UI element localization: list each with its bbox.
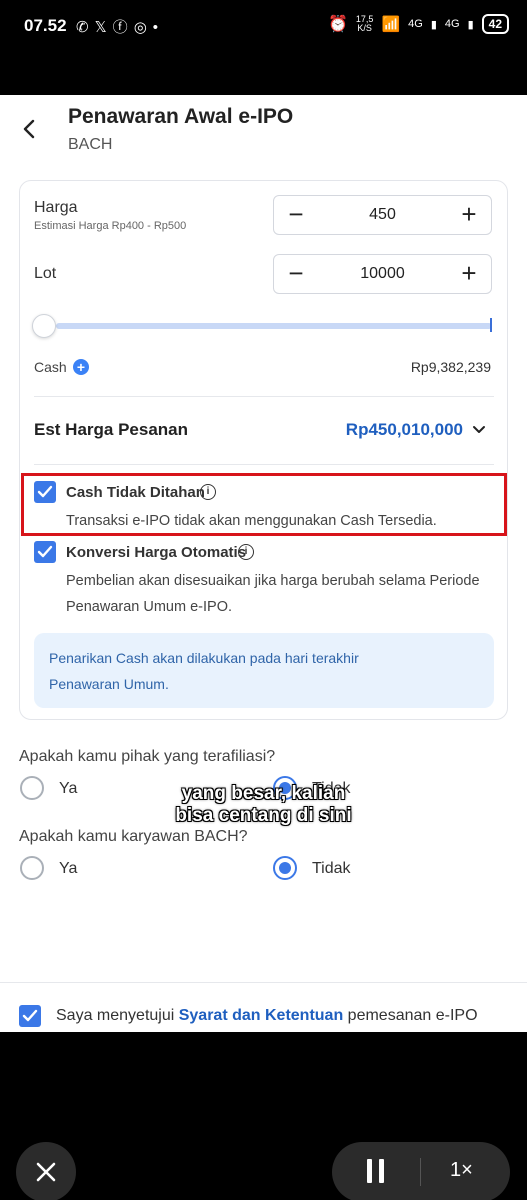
check-icon bbox=[22, 1009, 38, 1022]
slider-end-marker bbox=[490, 318, 492, 332]
lot-value[interactable]: 10000 bbox=[314, 265, 451, 283]
app-screen: Penawaran Awal e-IPO BACH Harga Estimasi… bbox=[0, 95, 527, 1032]
caption-line-2: bisa centang di sini bbox=[175, 805, 352, 826]
dot-icon: • bbox=[152, 19, 165, 36]
harga-label: Harga bbox=[34, 199, 78, 216]
lot-plus-button[interactable]: + bbox=[449, 255, 489, 293]
konversi-harga-desc-1: Pembelian akan disesuaikan jika harga be… bbox=[66, 573, 480, 589]
pause-bar bbox=[367, 1159, 372, 1183]
highlight-box bbox=[21, 473, 507, 536]
order-card: Harga Estimasi Harga Rp400 - Rp500 − 450… bbox=[19, 180, 508, 720]
employee-question: Apakah kamu karyawan BACH? bbox=[19, 828, 248, 845]
close-button[interactable] bbox=[16, 1142, 76, 1200]
harga-plus-button[interactable]: + bbox=[449, 196, 489, 234]
lot-slider-track[interactable] bbox=[56, 323, 492, 329]
speed-unit: K/S bbox=[357, 23, 372, 33]
harga-stepper: − 450 + bbox=[273, 195, 492, 235]
lot-minus-button[interactable]: − bbox=[276, 255, 316, 293]
whatsapp-icon: ✆ bbox=[76, 19, 95, 36]
harga-hint: Estimasi Harga Rp400 - Rp500 bbox=[34, 220, 187, 232]
est-harga-label: Est Harga Pesanan bbox=[34, 420, 189, 439]
divider bbox=[420, 1158, 421, 1186]
lot-slider-thumb[interactable] bbox=[32, 314, 56, 338]
info-icon[interactable]: i bbox=[238, 544, 254, 560]
konversi-harga-title: Konversi Harga Otomatis bbox=[66, 544, 247, 561]
cash-withdrawal-notice: Penarikan Cash akan dilakukan pada hari … bbox=[34, 633, 494, 708]
cash-value: Rp9,382,239 bbox=[410, 359, 491, 375]
divider bbox=[0, 982, 527, 983]
employee-yes-radio[interactable] bbox=[20, 856, 44, 880]
status-right: ⏰ 17,5 K/S 📶 4G ▮ 4G ▮ 42 bbox=[328, 14, 509, 34]
video-player-controls: 1× bbox=[0, 1032, 527, 1200]
playback-controls: 1× bbox=[332, 1142, 510, 1200]
check-icon bbox=[37, 545, 53, 558]
agreement-suffix: pemesanan e-IPO bbox=[343, 1007, 478, 1024]
alarm-icon: ⏰ bbox=[328, 16, 348, 33]
signal-icon: ▮ bbox=[430, 18, 437, 31]
divider bbox=[34, 464, 494, 465]
employee-no-label: Tidak bbox=[312, 860, 351, 877]
cash-label: Cash bbox=[34, 359, 67, 375]
back-arrow-icon[interactable] bbox=[18, 117, 42, 141]
employee-no-radio[interactable] bbox=[273, 856, 297, 880]
status-time: 07.52 bbox=[24, 16, 67, 35]
harga-value[interactable]: 450 bbox=[314, 206, 451, 224]
divider bbox=[34, 396, 494, 397]
harga-minus-button[interactable]: − bbox=[276, 196, 316, 234]
lot-label: Lot bbox=[34, 265, 57, 282]
facebook-icon: ⓕ bbox=[112, 19, 134, 36]
notification-icons: ✆𝕏ⓕ◎• bbox=[76, 16, 164, 37]
notice-line-2: Penawaran Umum. bbox=[49, 676, 169, 692]
konversi-harga-desc-2: Penawaran Umum e-IPO. bbox=[66, 599, 233, 615]
est-harga-value[interactable]: Rp450,010,000 bbox=[346, 420, 463, 440]
battery-icon: 42 bbox=[481, 14, 509, 34]
x-icon: 𝕏 bbox=[94, 19, 113, 36]
network-type-2: 4G bbox=[444, 18, 460, 30]
konversi-harga-checkbox[interactable] bbox=[34, 541, 56, 563]
notice-text: Penarikan Cash akan dilakukan pada hari … bbox=[49, 645, 479, 697]
employee-yes-label: Ya bbox=[59, 860, 78, 877]
page-title: Penawaran Awal e-IPO bbox=[68, 105, 294, 128]
lot-stepper: − 10000 + bbox=[273, 254, 492, 294]
chevron-down-icon[interactable] bbox=[471, 421, 487, 437]
video-caption: yang besar, kalian bisa centang di sini bbox=[0, 783, 527, 827]
agreement-checkbox[interactable] bbox=[19, 1005, 41, 1027]
wifi-icon: 📶 bbox=[381, 16, 401, 33]
instagram-icon: ◎ bbox=[133, 19, 153, 36]
status-bar: 07.52 ✆𝕏ⓕ◎• ⏰ 17,5 K/S 📶 4G ▮ 4G ▮ 42 bbox=[0, 0, 527, 95]
network-speed: 17,5 K/S bbox=[356, 15, 374, 33]
agreement-prefix: Saya menyetujui bbox=[56, 1007, 179, 1024]
pause-bar bbox=[379, 1159, 384, 1183]
add-cash-icon[interactable]: + bbox=[73, 359, 89, 375]
caption-line-1: yang besar, kalian bbox=[181, 783, 346, 804]
terms-link[interactable]: Syarat dan Ketentuan bbox=[179, 1007, 343, 1024]
signal-icon-2: ▮ bbox=[467, 18, 474, 31]
stock-code: BACH bbox=[68, 136, 113, 153]
playback-speed-button[interactable]: 1× bbox=[450, 1159, 473, 1182]
agreement-text: Saya menyetujui Syarat dan Ketentuan pem… bbox=[56, 1007, 478, 1025]
network-type-1: 4G bbox=[408, 18, 423, 30]
close-icon bbox=[36, 1162, 56, 1182]
notice-line-1: Penarikan Cash akan dilakukan pada hari … bbox=[49, 650, 359, 666]
pause-icon[interactable] bbox=[362, 1142, 402, 1200]
affiliated-question: Apakah kamu pihak yang terafiliasi? bbox=[19, 748, 276, 765]
